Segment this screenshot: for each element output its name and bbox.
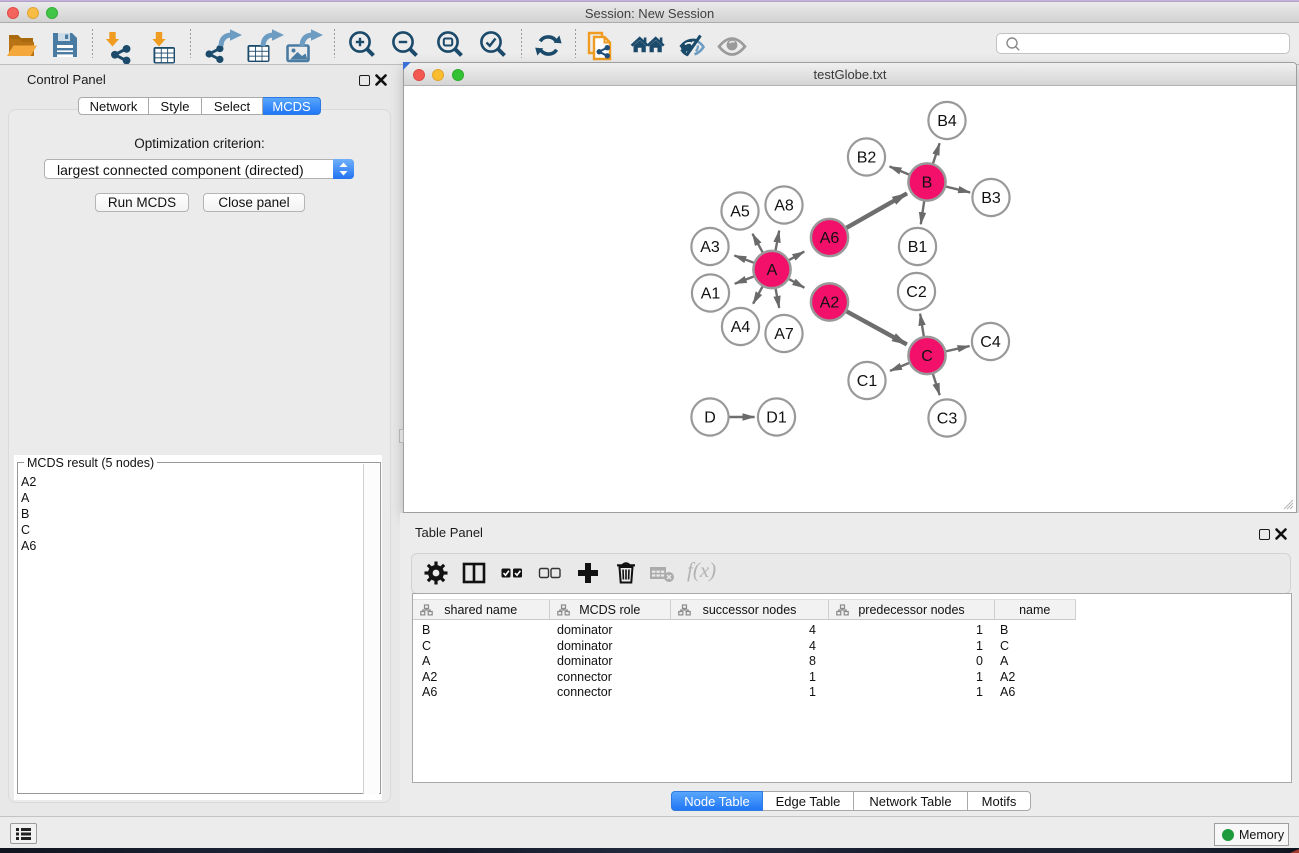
svg-text:A8: A8 [774, 198, 794, 215]
svg-text:A5: A5 [730, 204, 750, 221]
svg-text:A2: A2 [820, 295, 840, 312]
svg-text:C4: C4 [980, 334, 1001, 351]
svg-text:A1: A1 [701, 286, 721, 303]
svg-text:B4: B4 [937, 113, 957, 130]
svg-text:A3: A3 [700, 239, 720, 256]
svg-text:C1: C1 [857, 373, 878, 390]
svg-text:A7: A7 [774, 326, 794, 343]
svg-text:A4: A4 [731, 319, 751, 336]
svg-text:B2: B2 [857, 150, 877, 167]
svg-text:D: D [704, 410, 716, 427]
svg-text:C: C [921, 348, 933, 365]
svg-text:C3: C3 [937, 411, 958, 428]
svg-text:B3: B3 [981, 190, 1001, 207]
svg-text:D1: D1 [766, 410, 787, 427]
svg-text:C2: C2 [906, 284, 927, 301]
svg-text:A: A [767, 262, 778, 279]
svg-text:A6: A6 [820, 230, 840, 247]
svg-text:B1: B1 [908, 239, 928, 256]
svg-text:B: B [922, 175, 933, 192]
